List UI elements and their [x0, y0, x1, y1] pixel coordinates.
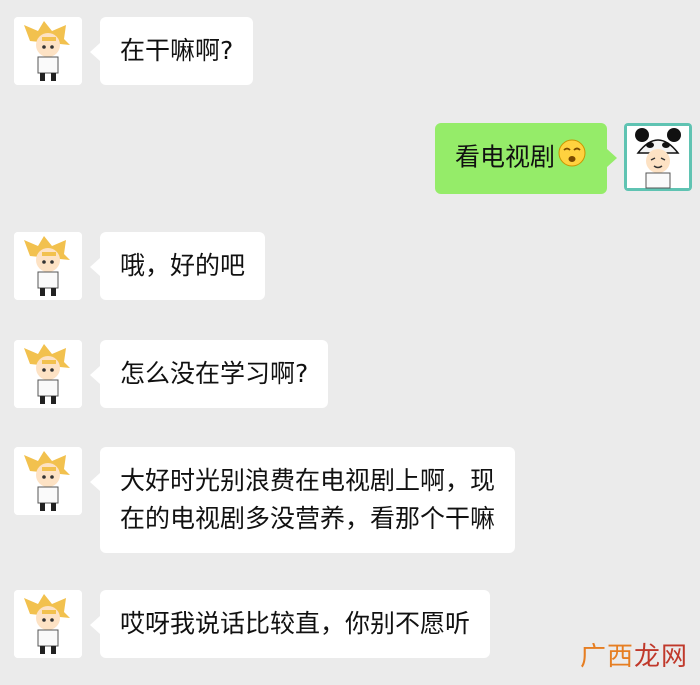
message-bubble[interactable]: 大好时光别浪费在电视剧上啊，现 在的电视剧多没营养，看那个干嘛: [89, 447, 516, 553]
blonde-chibi-avatar-icon: [14, 17, 82, 85]
message-text: 怎么没在学习啊?: [120, 359, 309, 388]
message-bubble[interactable]: 怎么没在学习啊?: [89, 340, 329, 408]
blonde-chibi-avatar-icon: [14, 232, 82, 300]
blonde-chibi-avatar-icon: [14, 447, 82, 515]
message-text: 看电视剧: [454, 142, 555, 172]
self-avatar[interactable]: [624, 123, 692, 191]
contact-avatar[interactable]: [14, 17, 82, 85]
message-bubble[interactable]: 哦，好的吧: [89, 232, 266, 300]
message-text: 哦，好的吧: [120, 251, 246, 280]
watermark-part-1: 广西: [579, 642, 634, 672]
message-text: 哎呀我说话比较直，你别不愿听: [120, 609, 471, 638]
contact-avatar[interactable]: [14, 232, 82, 300]
contact-avatar[interactable]: [14, 447, 82, 515]
message-text: 在干嘛啊?: [120, 36, 234, 65]
message-bubble[interactable]: 哎呀我说话比较直，你别不愿听: [89, 590, 491, 658]
blonde-chibi-avatar-icon: [14, 340, 82, 408]
message-text-line: 在的电视剧多没营养，看那个干嘛: [120, 504, 496, 533]
message-text-line: 大好时光别浪费在电视剧上啊，现: [120, 466, 496, 495]
blonde-chibi-avatar-icon: [14, 590, 82, 658]
message-bubble-sent[interactable]: 看电视剧: [434, 123, 618, 194]
contact-avatar[interactable]: [14, 590, 82, 658]
watermark-part-2: 龙网: [633, 642, 688, 672]
watermark: 广西龙网: [580, 636, 688, 673]
contact-avatar[interactable]: [14, 340, 82, 408]
panda-hat-boy-avatar-icon: [624, 123, 692, 191]
message-bubble[interactable]: 在干嘛啊?: [89, 17, 254, 85]
squinting-smile-emoji-icon: [557, 138, 587, 179]
